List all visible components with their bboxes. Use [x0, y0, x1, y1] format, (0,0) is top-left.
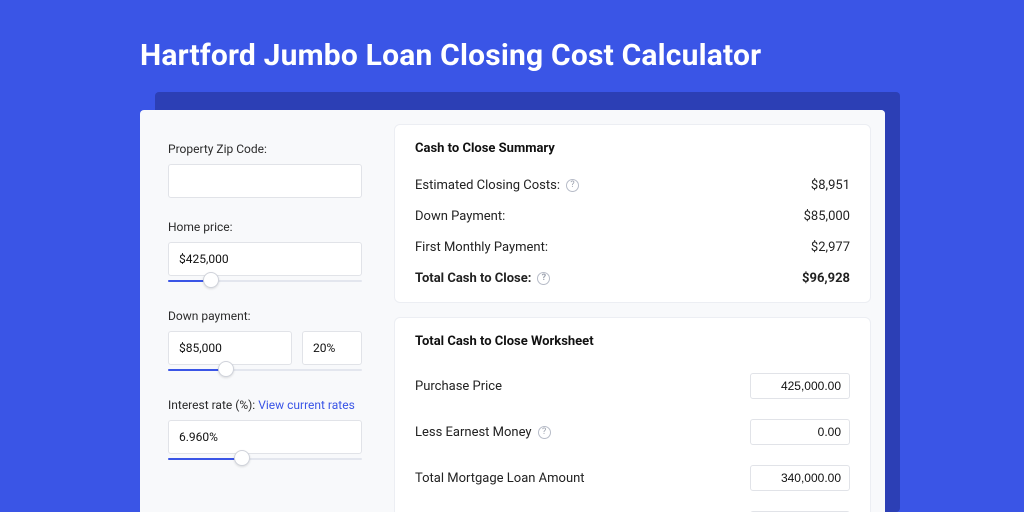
worksheet-row-input[interactable]	[750, 419, 850, 445]
down-payment-input[interactable]: $85,000	[168, 331, 292, 365]
worksheet-row-label: Purchase Price	[415, 379, 502, 394]
zip-label: Property Zip Code:	[168, 142, 362, 156]
interest-rate-slider[interactable]	[168, 453, 362, 465]
slider-thumb[interactable]	[203, 272, 219, 288]
zip-field-group: Property Zip Code:	[168, 142, 362, 198]
home-price-input[interactable]: $425,000	[168, 242, 362, 276]
down-payment-field-group: Down payment: $85,000 20%	[168, 309, 362, 376]
summary-row-value: $8,951	[811, 178, 850, 193]
view-current-rates-link[interactable]: View current rates	[258, 398, 355, 412]
slider-thumb[interactable]	[218, 361, 234, 377]
worksheet-row: Purchase Price	[415, 363, 850, 409]
slider-thumb[interactable]	[234, 450, 250, 466]
worksheet-heading: Total Cash to Close Worksheet	[415, 334, 850, 349]
inputs-panel: Property Zip Code: Home price: $425,000 …	[140, 110, 380, 512]
results-panel: Cash to Close Summary Estimated Closing …	[380, 110, 885, 512]
summary-row-value: $85,000	[804, 209, 850, 224]
interest-rate-field-group: Interest rate (%): View current rates 6.…	[168, 398, 362, 465]
interest-rate-input[interactable]: 6.960%	[168, 420, 362, 454]
summary-row: Total Cash to Close:? $96,928	[415, 263, 850, 294]
worksheet-panel: Total Cash to Close Worksheet Purchase P…	[394, 317, 871, 512]
worksheet-row-input[interactable]	[750, 373, 850, 399]
help-icon[interactable]: ?	[537, 272, 550, 285]
help-icon[interactable]: ?	[566, 179, 579, 192]
down-payment-slider[interactable]	[168, 364, 362, 376]
summary-row-label: First Monthly Payment:	[415, 240, 548, 255]
help-icon[interactable]: ?	[538, 426, 551, 439]
zip-input[interactable]	[168, 164, 362, 198]
summary-row-label: Estimated Closing Costs:?	[415, 178, 579, 193]
worksheet-row: Less Earnest Money?	[415, 409, 850, 455]
summary-row-label: Total Cash to Close:?	[415, 271, 550, 286]
summary-panel: Cash to Close Summary Estimated Closing …	[394, 124, 871, 303]
home-price-field-group: Home price: $425,000	[168, 220, 362, 287]
summary-heading: Cash to Close Summary	[415, 141, 850, 156]
worksheet-row: Total Mortgage Loan Amount	[415, 455, 850, 501]
down-payment-label: Down payment:	[168, 309, 362, 323]
worksheet-row-label: Total Mortgage Loan Amount	[415, 471, 585, 486]
page-title: Hartford Jumbo Loan Closing Cost Calcula…	[140, 38, 761, 73]
summary-row-value: $96,928	[802, 271, 850, 286]
calculator-card: Property Zip Code: Home price: $425,000 …	[140, 110, 885, 512]
worksheet-row-input[interactable]	[750, 465, 850, 491]
home-price-slider[interactable]	[168, 275, 362, 287]
interest-rate-label: Interest rate (%): View current rates	[168, 398, 362, 412]
summary-row-label: Down Payment:	[415, 209, 505, 224]
worksheet-row-label: Less Earnest Money?	[415, 425, 551, 440]
worksheet-row: Total Second Mortgage Amount?	[415, 501, 850, 512]
home-price-label: Home price:	[168, 220, 362, 234]
summary-row: Estimated Closing Costs:? $8,951	[415, 170, 850, 201]
summary-row: First Monthly Payment: $2,977	[415, 232, 850, 263]
down-payment-pct-input[interactable]: 20%	[302, 331, 362, 365]
summary-row-value: $2,977	[811, 240, 850, 255]
summary-row: Down Payment: $85,000	[415, 201, 850, 232]
